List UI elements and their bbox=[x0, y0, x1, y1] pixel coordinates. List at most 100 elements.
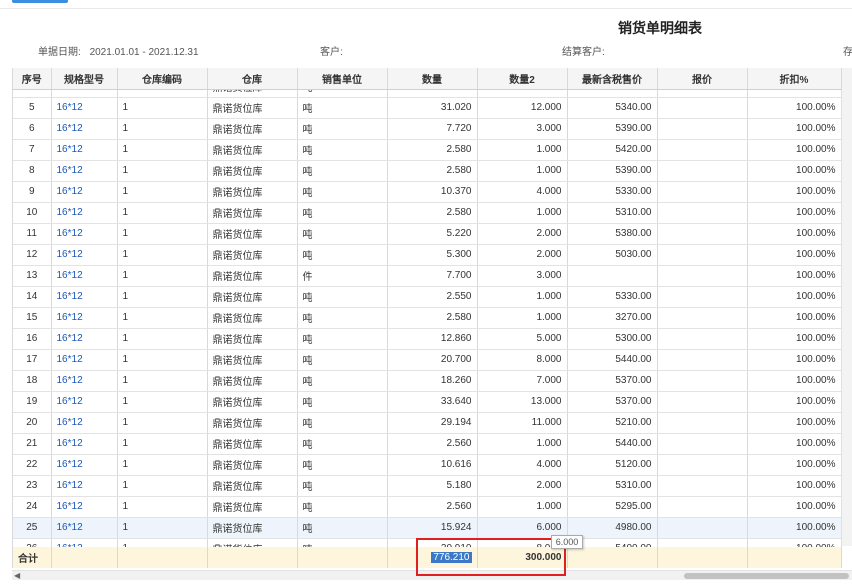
vertical-scrollbar[interactable] bbox=[841, 68, 852, 546]
column-header[interactable]: 规格型号 bbox=[51, 68, 118, 90]
cell-quote bbox=[657, 517, 748, 539]
table-row[interactable]: 12 16*12 1 鼎诺货位库吨 5.300 2.000 5030.00 100.00% bbox=[13, 244, 842, 266]
cell-disc: 100.00% bbox=[747, 181, 842, 203]
cell-wh: 鼎诺货位库 bbox=[207, 118, 298, 140]
cell-spec[interactable]: 16*12 bbox=[51, 202, 118, 224]
table-row[interactable]: 8 16*12 1 鼎诺货位库吨 2.580 1.000 5390.00 100.00% bbox=[13, 160, 842, 182]
cell-qty: 33.640 bbox=[387, 391, 478, 413]
cell-price: 5390.00 bbox=[567, 118, 658, 140]
cell-disc: 100.00% bbox=[747, 517, 842, 539]
column-header[interactable]: 仓库 bbox=[207, 68, 298, 90]
table-row[interactable]: 16 16*12 1 鼎诺货位库吨 12.860 5.000 5300.00 100.00% bbox=[13, 328, 842, 350]
totals-label: 合计 bbox=[13, 547, 52, 568]
cell-seq: 14 bbox=[13, 286, 52, 308]
cell-spec[interactable]: 16*12 bbox=[51, 349, 118, 371]
cell-price: 5030.00 bbox=[567, 244, 658, 266]
column-header[interactable]: 序号 bbox=[13, 68, 52, 90]
cell-seq: 17 bbox=[13, 349, 52, 371]
table-row[interactable]: 15 16*12 1 鼎诺货位库吨 2.580 1.000 3270.00 100.00% bbox=[13, 307, 842, 329]
cell-quote bbox=[657, 412, 748, 434]
cell-code: 1 bbox=[117, 97, 208, 119]
cell-disc: 100.00% bbox=[747, 349, 842, 371]
cell-unit: 吨 bbox=[297, 538, 388, 547]
table-row[interactable]: 6 16*12 1 鼎诺货位库吨 7.720 3.000 5390.00 100.00% bbox=[13, 118, 842, 140]
table-row[interactable]: 17 16*12 1 鼎诺货位库吨 20.700 8.000 5440.00 100.00% bbox=[13, 349, 842, 371]
cell-tooltip: 6.000 bbox=[551, 535, 583, 549]
column-header[interactable]: 数量 bbox=[387, 68, 478, 90]
cell-spec[interactable]: 16*12 bbox=[51, 89, 118, 98]
table-row[interactable]: 25 16*12 1 鼎诺货位库吨 15.924 6.000 4980.00 100.00% bbox=[13, 517, 842, 539]
cell-spec[interactable]: 16*12 bbox=[51, 517, 118, 539]
cell-spec[interactable]: 16*12 bbox=[51, 265, 118, 287]
cell-code: 1 bbox=[117, 475, 208, 497]
cell-unit: 吨 bbox=[297, 223, 388, 245]
cell-unit: 吨 bbox=[297, 496, 388, 518]
cell-quote bbox=[657, 433, 748, 455]
cell-wh: 鼎诺货位库 bbox=[207, 223, 298, 245]
cell-spec[interactable]: 16*12 bbox=[51, 181, 118, 203]
cell-qty2: 4.000 bbox=[477, 454, 568, 476]
cell-qty2: 1.000 bbox=[477, 202, 568, 224]
scroll-left-icon[interactable]: ◀ bbox=[14, 571, 20, 581]
cell-spec[interactable]: 16*12 bbox=[51, 496, 118, 518]
table-row[interactable]: 5 16*12 1 鼎诺货位库吨 31.020 12.000 5340.00 100.00% bbox=[13, 97, 842, 119]
cell-spec[interactable]: 16*12 bbox=[51, 433, 118, 455]
cell-spec[interactable]: 16*12 bbox=[51, 538, 118, 547]
column-header[interactable]: 最新含税售价 bbox=[567, 68, 658, 90]
column-header[interactable]: 数量2 bbox=[477, 68, 568, 90]
date-filter: 单据日期: 2021.01.01 - 2021.12.31 bbox=[38, 43, 199, 58]
cell-disc: 100.00% bbox=[747, 433, 842, 455]
cell-spec[interactable]: 16*12 bbox=[51, 412, 118, 434]
cell-spec[interactable]: 16*12 bbox=[51, 328, 118, 350]
table-row[interactable]: 9 16*12 1 鼎诺货位库吨 10.370 4.000 5330.00 100.00% bbox=[13, 181, 842, 203]
cell-spec[interactable]: 16*12 bbox=[51, 391, 118, 413]
column-header[interactable]: 折扣% bbox=[747, 68, 842, 90]
cell-spec[interactable]: 16*12 bbox=[51, 307, 118, 329]
cell-seq: 23 bbox=[13, 475, 52, 497]
table-row[interactable]: 23 16*12 1 鼎诺货位库吨 5.180 2.000 5310.00 100.00% bbox=[13, 475, 842, 497]
cell-qty: 29.194 bbox=[387, 412, 478, 434]
table-row[interactable]: 11 16*12 1 鼎诺货位库吨 5.220 2.000 5380.00 100.00% bbox=[13, 223, 842, 245]
table-row[interactable]: 20 16*12 1 鼎诺货位库吨 29.194 11.000 5210.00 100.00% bbox=[13, 412, 842, 434]
table-row[interactable]: 14 16*12 1 鼎诺货位库吨 2.550 1.000 5330.00 100.00% bbox=[13, 286, 842, 308]
cell-spec[interactable]: 16*12 bbox=[51, 370, 118, 392]
cell-qty: 18.260 bbox=[387, 370, 478, 392]
cell-spec[interactable]: 16*12 bbox=[51, 454, 118, 476]
cell-price: 5295.00 bbox=[567, 496, 658, 518]
table-row[interactable]: 416*121鼎诺货位库吨10.0003.0005340.00 100.00% bbox=[13, 89, 842, 98]
cell-unit: 吨 bbox=[297, 391, 388, 413]
column-header[interactable]: 销售单位 bbox=[297, 68, 388, 90]
cell-spec[interactable]: 16*12 bbox=[51, 223, 118, 245]
cell-spec[interactable]: 16*12 bbox=[51, 244, 118, 266]
table-row[interactable]: 7 16*12 1 鼎诺货位库吨 2.580 1.000 5420.00 100.00% bbox=[13, 139, 842, 161]
column-header[interactable]: 报价 bbox=[657, 68, 748, 90]
table-row[interactable]: 19 16*12 1 鼎诺货位库吨 33.640 13.000 5370.00 100.00% bbox=[13, 391, 842, 413]
cell-seq: 22 bbox=[13, 454, 52, 476]
column-header[interactable]: 仓库编码 bbox=[117, 68, 208, 90]
cell-spec[interactable]: 16*12 bbox=[51, 286, 118, 308]
table-row[interactable]: 10 16*12 1 鼎诺货位库吨 2.580 1.000 5310.00 100.00% bbox=[13, 202, 842, 224]
cell-spec[interactable]: 16*12 bbox=[51, 160, 118, 182]
cell-wh: 鼎诺货位库 bbox=[207, 307, 298, 329]
cell-qty2: 11.000 bbox=[477, 412, 568, 434]
cell-seq: 25 bbox=[13, 517, 52, 539]
cell-spec[interactable]: 16*12 bbox=[51, 475, 118, 497]
cell-wh: 鼎诺货位库 bbox=[207, 349, 298, 371]
cell-code: 1 bbox=[117, 328, 208, 350]
table-row[interactable]: 22 16*12 1 鼎诺货位库吨 10.616 4.000 5120.00 100.00% bbox=[13, 454, 842, 476]
cell-spec[interactable]: 16*12 bbox=[51, 97, 118, 119]
cell-spec[interactable]: 16*12 bbox=[51, 139, 118, 161]
cell-qty: 5.220 bbox=[387, 223, 478, 245]
table-row[interactable]: 24 16*12 1 鼎诺货位库吨 2.560 1.000 5295.00 100.00% bbox=[13, 496, 842, 518]
cell-seq: 10 bbox=[13, 202, 52, 224]
cell-qty2: 1.000 bbox=[477, 307, 568, 329]
table-row[interactable]: 21 16*12 1 鼎诺货位库吨 2.560 1.000 5440.00 100.00% bbox=[13, 433, 842, 455]
cell-spec[interactable]: 16*12 bbox=[51, 118, 118, 140]
top-toolbar-button[interactable] bbox=[12, 0, 68, 3]
table-row[interactable]: 13 16*12 1 鼎诺货位库件 7.700 3.000 100.00% bbox=[13, 265, 842, 287]
cell-qty2: 1.000 bbox=[477, 286, 568, 308]
cell-unit: 吨 bbox=[297, 412, 388, 434]
cell-price: 5310.00 bbox=[567, 475, 658, 497]
scrollbar-thumb[interactable] bbox=[684, 573, 849, 579]
table-row[interactable]: 18 16*12 1 鼎诺货位库吨 18.260 7.000 5370.00 100.00% bbox=[13, 370, 842, 392]
